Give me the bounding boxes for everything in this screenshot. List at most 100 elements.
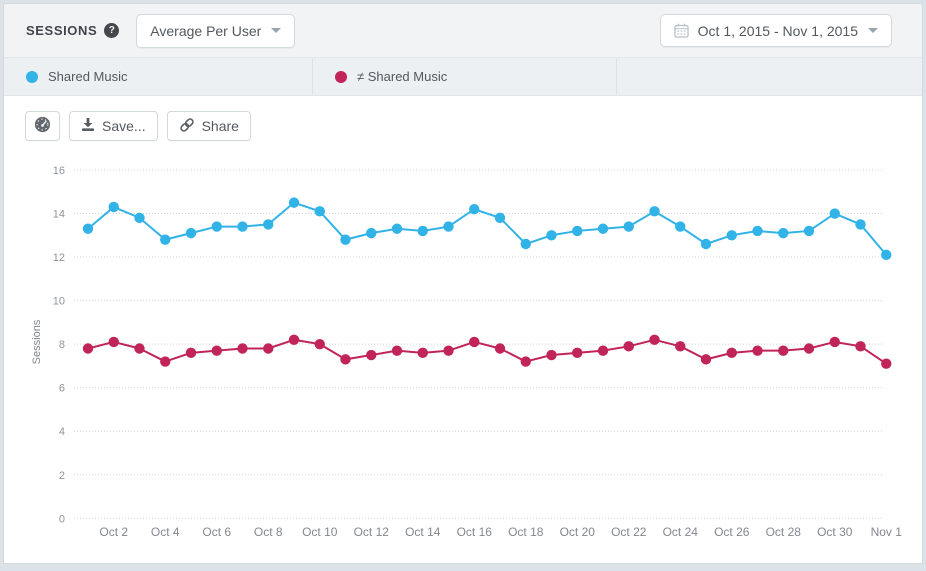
x-tick-label: Oct 2	[99, 525, 128, 539]
data-point[interactable]	[82, 223, 94, 234]
data-point[interactable]	[185, 347, 197, 359]
x-tick-label: Oct 18	[508, 525, 544, 539]
data-point[interactable]	[263, 343, 274, 354]
data-point[interactable]	[546, 230, 557, 241]
legend-label: Shared Music	[48, 69, 128, 84]
data-point[interactable]	[185, 227, 197, 239]
data-point[interactable]	[108, 336, 119, 348]
date-range-value: Oct 1, 2015 - Nov 1, 2015	[697, 22, 858, 39]
data-point[interactable]	[700, 354, 712, 365]
data-point[interactable]	[211, 345, 222, 356]
data-point[interactable]	[700, 238, 712, 250]
data-point[interactable]	[391, 345, 403, 356]
data-point[interactable]	[855, 341, 866, 352]
data-point[interactable]	[649, 206, 660, 217]
data-point[interactable]	[778, 345, 789, 356]
data-point[interactable]	[160, 356, 171, 367]
data-point[interactable]	[752, 345, 763, 356]
data-point[interactable]	[82, 343, 94, 354]
data-point[interactable]	[263, 219, 274, 230]
data-point[interactable]	[443, 221, 454, 232]
chart-area: Save... Share 0 2 4 6 8 10 12 14 16 Sessions Oct	[4, 96, 922, 563]
save-button[interactable]: Save...	[69, 111, 158, 141]
data-point[interactable]	[597, 345, 609, 356]
legend-item-not-shared-music[interactable]: ≠ Shared Music	[313, 58, 617, 95]
data-point[interactable]	[237, 221, 248, 232]
data-point[interactable]	[623, 221, 634, 232]
data-point[interactable]	[134, 343, 145, 354]
x-tick-label: Oct 26	[714, 525, 750, 539]
dashboard-gauge-button[interactable]	[25, 111, 60, 141]
x-tick-label: Oct 30	[817, 525, 853, 539]
data-point[interactable]	[469, 336, 480, 348]
data-point[interactable]	[675, 341, 686, 352]
y-tick-label: 2	[59, 470, 65, 482]
data-point[interactable]	[314, 338, 325, 350]
chart-toolbar: Save... Share	[25, 111, 251, 141]
data-point[interactable]	[520, 356, 531, 367]
data-point[interactable]	[572, 347, 583, 359]
series-line	[87, 201, 888, 256]
data-point[interactable]	[340, 354, 351, 365]
metric-dropdown-value: Average Per User	[150, 22, 262, 39]
data-point[interactable]	[546, 349, 557, 361]
data-point[interactable]	[417, 347, 428, 359]
link-icon	[179, 117, 195, 136]
series-line	[87, 338, 888, 365]
x-tick-label: Oct 24	[663, 525, 699, 539]
data-point[interactable]	[649, 334, 660, 345]
x-tick-label: Oct 28	[766, 525, 802, 539]
data-point[interactable]	[572, 225, 583, 237]
data-point[interactable]	[829, 208, 840, 219]
legend-item-shared-music[interactable]: Shared Music	[4, 58, 313, 95]
data-point[interactable]	[829, 336, 840, 348]
legend-label: ≠ Shared Music	[357, 69, 448, 84]
data-point[interactable]	[752, 225, 763, 237]
data-point[interactable]	[417, 225, 428, 237]
data-point[interactable]	[366, 349, 377, 361]
legend-empty-cell	[617, 58, 922, 95]
report-header: SESSIONS ? Average Per User Oct 1, 2015 …	[4, 4, 922, 58]
data-point[interactable]	[726, 347, 737, 359]
y-tick-label: 4	[59, 426, 65, 438]
data-point[interactable]	[108, 201, 119, 213]
x-tick-label: Oct 6	[202, 525, 231, 539]
data-point[interactable]	[469, 203, 480, 215]
data-point[interactable]	[675, 221, 686, 232]
data-point[interactable]	[211, 221, 222, 232]
data-point[interactable]	[160, 234, 171, 245]
data-point[interactable]	[288, 334, 300, 345]
date-range-dropdown[interactable]: Oct 1, 2015 - Nov 1, 2015	[659, 14, 892, 47]
x-tick-label: Oct 8	[254, 525, 283, 539]
data-point[interactable]	[778, 227, 789, 239]
data-point[interactable]	[288, 197, 300, 208]
data-point[interactable]	[803, 225, 815, 237]
data-point[interactable]	[855, 219, 866, 230]
data-point[interactable]	[494, 212, 506, 224]
data-point[interactable]	[623, 341, 634, 352]
data-point[interactable]	[391, 223, 403, 234]
data-point[interactable]	[597, 223, 609, 234]
data-point[interactable]	[726, 230, 737, 241]
sessions-line-chart[interactable]: 0 2 4 6 8 10 12 14 16 Sessions Oct 2 Oct 4 Oct 6 Oct …	[4, 96, 922, 561]
data-point[interactable]	[881, 358, 892, 369]
data-point[interactable]	[237, 343, 248, 354]
question-circle-icon[interactable]: ?	[104, 23, 120, 38]
data-point[interactable]	[494, 343, 506, 354]
y-tick-label: 8	[59, 339, 65, 351]
data-point[interactable]	[340, 234, 351, 245]
data-point[interactable]	[520, 238, 531, 250]
share-button[interactable]: Share	[166, 111, 251, 141]
data-point[interactable]	[134, 212, 145, 224]
save-button-label: Save...	[102, 118, 146, 134]
report-title: SESSIONS	[26, 23, 98, 38]
metric-dropdown[interactable]: Average Per User	[136, 13, 296, 48]
x-tick-label: Oct 22	[611, 525, 647, 539]
data-point[interactable]	[366, 227, 377, 239]
data-point[interactable]	[314, 206, 325, 217]
data-point[interactable]	[803, 343, 815, 354]
data-point[interactable]	[881, 249, 892, 261]
data-point[interactable]	[443, 345, 454, 356]
y-tick-label: 12	[53, 252, 65, 264]
gauge-icon	[34, 116, 51, 136]
